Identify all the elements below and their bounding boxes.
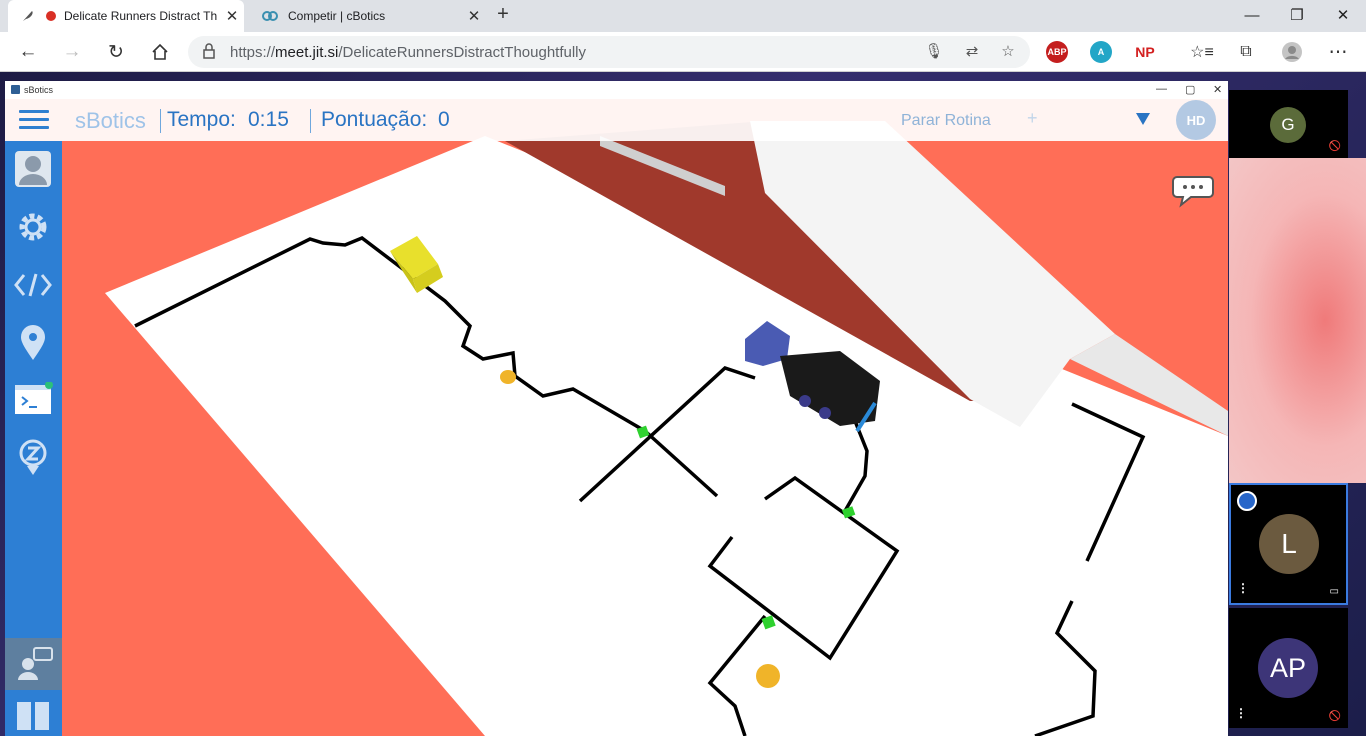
chat-icon[interactable] xyxy=(1171,171,1215,211)
app-minimize-icon[interactable]: — xyxy=(1156,83,1167,95)
participant-avatar: AP xyxy=(1258,638,1318,698)
video-muted-icon: 🚫 xyxy=(1328,141,1341,152)
participant-tile-l[interactable]: L ⋮ ▭ xyxy=(1229,483,1348,605)
app-maximize-icon[interactable]: ▢ xyxy=(1185,83,1195,96)
dropdown-arrow-icon[interactable] xyxy=(1136,113,1150,125)
feather-icon xyxy=(20,8,36,24)
app-titlebar: sBotics — ▢ ✕ xyxy=(5,81,1228,99)
favorites-list-icon[interactable]: ☆≡ xyxy=(1188,38,1216,66)
code-icon[interactable] xyxy=(11,263,55,307)
browser-tabstrip: Delicate Runners Distract Th ✕ Competir … xyxy=(0,0,1366,32)
participant-menu-icon[interactable]: ⋮ xyxy=(1235,706,1247,720)
arena-3d-view[interactable] xyxy=(5,81,1228,736)
close-tab-icon[interactable]: ✕ xyxy=(220,7,244,25)
tempo-value: 0:15 xyxy=(248,108,289,131)
tab-title: Delicate Runners Distract Th xyxy=(64,9,218,23)
app-icon xyxy=(11,85,20,94)
new-tab-button[interactable]: + xyxy=(492,4,514,26)
app-header: sBotics Tempo: 0:15 Pontuação: 0 Parar R… xyxy=(5,99,1228,141)
add-button[interactable]: + xyxy=(1027,108,1038,129)
support-chat-icon[interactable] xyxy=(5,638,62,690)
app-sidebar xyxy=(5,141,62,736)
gear-icon[interactable] xyxy=(11,205,55,249)
tab-jitsi[interactable]: Delicate Runners Distract Th ✕ xyxy=(8,0,244,32)
video-muted-icon: 🚫 xyxy=(1328,711,1341,722)
recording-indicator-icon xyxy=(46,11,56,21)
browser-profile-avatar[interactable] xyxy=(1278,38,1306,66)
participant-avatar: L xyxy=(1259,514,1319,574)
browser-toolbar: ← → ↻ https://meet.jit.si/DelicateRunner… xyxy=(0,32,1366,72)
zoom-icon[interactable] xyxy=(11,435,55,479)
minimize-icon[interactable]: — xyxy=(1229,0,1275,30)
restore-icon[interactable]: ❐ xyxy=(1274,0,1320,30)
app-close-icon[interactable]: ✕ xyxy=(1213,83,1222,96)
shared-video-background xyxy=(1229,158,1366,483)
lock-icon xyxy=(203,43,215,59)
tempo-label: Tempo: xyxy=(167,108,236,131)
refresh-icon[interactable]: ↻ xyxy=(102,38,130,66)
parar-rotina-button[interactable]: Parar Rotina xyxy=(901,112,991,130)
back-icon[interactable]: ← xyxy=(14,38,42,66)
forward-icon[interactable]: → xyxy=(58,38,86,66)
microphone-icon[interactable]: 🎙 xyxy=(924,42,944,62)
translate-extension-icon[interactable]: A xyxy=(1090,41,1112,63)
menu-icon[interactable] xyxy=(19,110,49,130)
translate-icon[interactable]: ⇄ xyxy=(962,42,982,62)
pontuacao-label: Pontuação: xyxy=(321,108,428,131)
brand-title: sBotics xyxy=(75,108,146,133)
app-window-title: sBotics xyxy=(24,85,54,95)
header-divider xyxy=(310,109,311,133)
participant-tile-ap[interactable]: AP ⋮ 🚫 xyxy=(1229,608,1348,728)
tab-cbotics[interactable]: Competir | cBotics ✕ xyxy=(250,0,486,32)
participant-avatar: G xyxy=(1270,107,1306,143)
more-options-icon[interactable]: ⋯ xyxy=(1324,38,1352,66)
header-divider xyxy=(160,109,161,133)
favorite-star-icon[interactable]: ☆ xyxy=(998,42,1018,62)
pontuacao-value: 0 xyxy=(438,108,450,131)
tab-title: Competir | cBotics xyxy=(288,9,386,23)
address-bar[interactable]: https://meet.jit.si/DelicateRunnersDistr… xyxy=(188,36,1030,68)
book-icon[interactable] xyxy=(5,692,62,736)
close-tab-icon[interactable]: ✕ xyxy=(462,7,486,25)
np-extension-icon[interactable]: NP xyxy=(1134,41,1156,63)
location-pin-icon[interactable] xyxy=(11,321,55,365)
profile-icon[interactable] xyxy=(11,147,55,191)
screen-share-icon: ▭ xyxy=(1329,586,1339,597)
adblock-extension-icon[interactable]: ABP xyxy=(1046,41,1068,63)
close-window-icon[interactable]: ✕ xyxy=(1320,0,1366,30)
url-text: https://meet.jit.si/DelicateRunnersDistr… xyxy=(230,44,587,61)
home-icon[interactable] xyxy=(146,38,174,66)
terminal-icon[interactable] xyxy=(11,377,55,421)
participant-menu-icon[interactable]: ⋮ xyxy=(1237,581,1249,595)
dominant-speaker-icon xyxy=(1237,491,1257,511)
user-avatar[interactable]: HD xyxy=(1176,100,1216,140)
cbotics-icon xyxy=(262,8,278,24)
sbotics-window: sBotics — ▢ ✕ sBotics Tempo: 0:15 Pontua… xyxy=(5,81,1228,736)
collections-icon[interactable]: ⧉ xyxy=(1232,38,1260,66)
participant-tile-g[interactable]: G 🚫 xyxy=(1229,90,1348,158)
